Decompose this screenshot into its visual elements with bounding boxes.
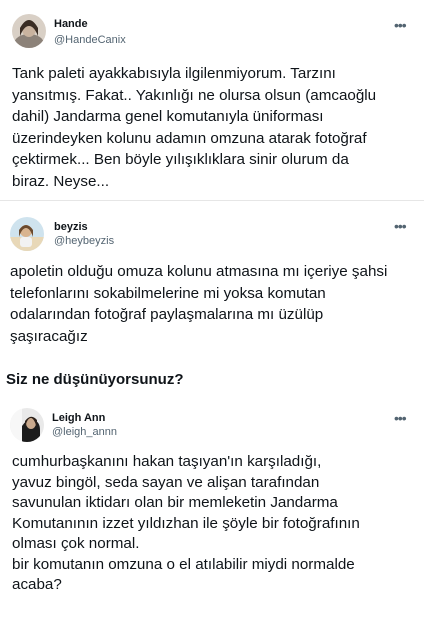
author-name[interactable]: beyzis	[54, 221, 88, 233]
tweet-line: acaba?	[12, 576, 62, 593]
more-horizontal-icon[interactable]: •••	[394, 18, 407, 32]
tweet-line: bir komutanın omzuna o el atılabilir miy…	[12, 555, 355, 573]
avatar[interactable]	[10, 217, 44, 251]
avatar[interactable]	[12, 14, 46, 48]
tweet-text: cumhurbaşkanını hakan taşıyan'ın karşıla…	[12, 452, 422, 596]
tweet-text: Tank paleti ayakkabısıyla ilgilenmiyorum…	[12, 63, 422, 192]
divider	[0, 200, 424, 201]
tweet-line: Tank paleti ayakkabısıyla ilgilenmiyorum…	[12, 65, 336, 82]
tweet-text: apoletin olduğu omuza kolunu atmasına mı…	[10, 261, 420, 347]
tweet-line: üzerindeyken kolunu adamın omzuna atarak…	[12, 129, 367, 147]
tweet-line: telefonlarını sokabilmelerine mi yoksa k…	[10, 284, 326, 302]
more-horizontal-icon[interactable]: •••	[394, 219, 407, 233]
tweet-line: Komutanının izzet yıldızhan ile şöyle bi…	[12, 514, 360, 532]
tweet-line: yavuz bingöl, seda sayan ve alişan taraf…	[12, 473, 320, 491]
tweet-line: şaşıracağız	[10, 327, 88, 345]
tweet-line: biraz. Neyse...	[12, 172, 110, 190]
tweet-line: olması çok normal.	[12, 535, 140, 552]
tweet-line: apoletin olduğu omuza kolunu atmasına mı…	[10, 263, 388, 280]
tweet-beyzis[interactable]: beyzis @heybeyzis ••• apoletin olduğu om…	[0, 203, 424, 363]
tweet-line: savunulan iktidarı olan bir memleketin J…	[12, 494, 338, 511]
tweet-leigh-ann[interactable]: Leigh Ann @leigh_annn ••• cumhurbaşkanın…	[0, 400, 424, 617]
author-handle[interactable]: @heybeyzis	[54, 235, 114, 247]
caption-question: Siz ne düşünüyorsunuz?	[6, 371, 184, 388]
author-handle[interactable]: @leigh_annn	[52, 426, 117, 438]
author-name[interactable]: Leigh Ann	[52, 412, 105, 424]
tweet-line: çektirmek... Ben böyle yılışıklıklara si…	[12, 151, 349, 168]
author-name[interactable]: Hande	[54, 18, 88, 30]
tweet-line: odalarından fotoğraf paylaşmalarına mı ü…	[10, 306, 324, 323]
tweet-line: yansıtmış. Fakat.. Yakınlığı ne olursa o…	[12, 86, 377, 104]
tweet-line: dahil) Jandarma genel komutanıyla ünifor…	[12, 108, 324, 125]
avatar[interactable]	[10, 408, 44, 442]
tweet-line: cumhurbaşkanını hakan taşıyan'ın karşıla…	[12, 453, 322, 470]
more-horizontal-icon[interactable]: •••	[394, 411, 407, 425]
tweet-hande[interactable]: Hande @HandeCanix ••• Tank paleti ayakka…	[0, 0, 424, 195]
author-handle[interactable]: @HandeCanix	[54, 34, 126, 46]
